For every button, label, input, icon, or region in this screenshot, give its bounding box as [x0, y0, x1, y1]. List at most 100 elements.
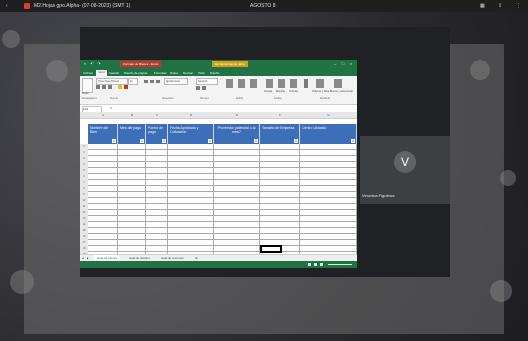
wrap-text-label: Ajustar texto [166, 80, 180, 83]
number-format-select[interactable]: General [196, 78, 218, 85]
column-header[interactable]: D [168, 112, 215, 119]
share-icon[interactable]: ⇪ [498, 3, 502, 9]
participant-name: Veronica Figueroa [362, 193, 395, 198]
table-header-label: Fecha Aprobado y Cotización [170, 126, 199, 134]
filter-dropdown-icon[interactable]: ▾ [351, 139, 355, 143]
column-header[interactable]: G [300, 112, 357, 119]
align-center-icon[interactable] [150, 80, 154, 83]
ribbon-group-label: Modificar [320, 97, 331, 100]
table-header[interactable]: Mes del pago ▾ [118, 124, 146, 144]
table-header[interactable]: Proveedor potencial o al mes? ▾ [214, 124, 260, 144]
insert-cells-icon[interactable] [266, 79, 273, 88]
close-icon[interactable]: × [348, 61, 354, 67]
fill-color-icon[interactable] [118, 85, 122, 89]
filter-dropdown-icon[interactable]: ▾ [254, 139, 258, 143]
sort-filter-icon[interactable] [316, 79, 324, 88]
menu-tab[interactable]: Diseño de página [124, 71, 147, 75]
underline-icon[interactable] [108, 85, 112, 89]
filter-dropdown-icon[interactable]: ▾ [112, 139, 116, 143]
column-header[interactable]: F [260, 112, 301, 119]
ribbon-group-label: Celdas [274, 97, 282, 100]
menu-tab[interactable]: Diseño [210, 71, 219, 75]
column-header[interactable]: C [146, 112, 169, 119]
background-circle [490, 280, 512, 302]
paste-button[interactable] [82, 78, 93, 93]
browser-center-text: AGOSTO 8 [250, 3, 276, 9]
autosum-icon[interactable] [304, 79, 308, 88]
page-layout-icon[interactable] [314, 263, 317, 266]
delete-cells-label: Eliminar [276, 90, 286, 93]
cell-styles-icon[interactable] [250, 79, 257, 88]
find-select-icon[interactable] [334, 79, 342, 88]
column-header[interactable]: E [214, 112, 261, 119]
filter-dropdown-icon[interactable]: ▾ [140, 139, 144, 143]
more-icon[interactable]: ⋮ [516, 3, 521, 9]
background-circle [2, 30, 20, 48]
bold-icon[interactable] [96, 85, 100, 89]
ribbon-group-label: Estilos [236, 97, 244, 100]
filter-dropdown-icon[interactable]: ▾ [208, 139, 212, 143]
table-header-label: Nombre del Bien [90, 126, 109, 134]
table-header-label: Proveedor potencial o al mes? [217, 126, 256, 134]
worksheet-grid[interactable]: A B C D E F G Nombre del Bien ▾ Mes del p… [80, 112, 357, 265]
insert-cells-label: Insertar [264, 90, 273, 93]
percent-icon[interactable] [202, 86, 206, 90]
wrap-text-button[interactable]: Ajustar texto [164, 78, 188, 85]
table-header-label: Forma de pago [148, 126, 163, 134]
page-break-icon[interactable] [320, 263, 323, 266]
menu-tab[interactable]: Datos [170, 71, 178, 75]
table-header[interactable]: Fecha Aprobado y Cotización ▾ [168, 124, 214, 144]
table-header[interactable]: Forma de pago ▾ [146, 124, 168, 144]
menu-tab[interactable]: Fórmulas [154, 71, 167, 75]
maximize-icon[interactable]: □ [340, 61, 346, 67]
redo-icon[interactable]: ↷ [96, 61, 102, 67]
delete-cells-icon[interactable] [278, 79, 285, 88]
table-header[interactable]: Tamaño de Empresa ▾ [260, 124, 300, 144]
participant-tile[interactable]: V Veronica Figueroa [360, 136, 450, 204]
number-format-value: General [198, 80, 207, 83]
undo-icon[interactable]: ↶ [89, 61, 95, 67]
font-name-select[interactable]: Times New Roman [96, 78, 128, 85]
ribbon-group-label: Portapapeles [82, 97, 97, 100]
font-size-select[interactable]: 11 [128, 78, 138, 85]
table-header[interactable]: Centro Ubicado ▾ [300, 124, 357, 144]
format-cells-label: Formato [289, 90, 299, 93]
browser-top-bar: ‹ M2.Hojas gpo.Alpha- (07-08-2023) (SMT … [0, 0, 528, 12]
filter-dropdown-icon[interactable]: ▾ [294, 139, 298, 143]
minimize-icon[interactable]: – [332, 61, 338, 67]
table-header-label: Tamaño de Empresa [262, 126, 295, 130]
zoom-slider[interactable] [328, 264, 352, 265]
menu-tab[interactable]: Insertar [109, 71, 119, 75]
participant-avatar: V [394, 151, 416, 173]
menu-tab[interactable]: Vista [198, 71, 205, 75]
format-table-icon[interactable] [238, 79, 245, 88]
paste-label: Pegar [82, 92, 89, 95]
font-size-value: 11 [130, 80, 133, 83]
normal-view-icon[interactable] [308, 263, 311, 266]
italic-icon[interactable] [102, 85, 106, 89]
background-circle [470, 60, 490, 80]
fx-label: fx [110, 106, 113, 110]
format-cells-icon[interactable] [290, 79, 297, 88]
background-circle [10, 270, 34, 294]
menu-tab[interactable]: Revisar [183, 71, 193, 75]
background-circle [46, 60, 68, 82]
excel-ribbon: Pegar Times New Roman 11 Ajustar texto G… [80, 76, 357, 105]
currency-icon[interactable] [196, 86, 200, 90]
save-icon[interactable]: ▪ [82, 61, 88, 67]
recording-icon [24, 3, 30, 9]
back-icon[interactable]: ‹ [6, 3, 8, 9]
table-header[interactable]: Nombre del Bien ▾ [88, 124, 118, 144]
background-circle [500, 170, 516, 186]
filter-dropdown-icon[interactable]: ▾ [162, 139, 166, 143]
grid-icon[interactable]: ▦ [480, 3, 485, 9]
column-header[interactable]: B [118, 112, 147, 119]
font-color-icon[interactable] [124, 85, 128, 89]
menu-tab[interactable]: Archivo [83, 71, 93, 75]
align-right-icon[interactable] [156, 80, 160, 83]
browser-tab-title[interactable]: M2.Hojas gpo.Alpha- (07-08-2023) (SMT 1) [34, 3, 130, 9]
conditional-format-icon[interactable] [226, 79, 233, 88]
align-left-icon[interactable] [144, 80, 148, 83]
font-name-value: Times New Roman [98, 80, 120, 83]
column-header[interactable]: A [88, 112, 119, 119]
